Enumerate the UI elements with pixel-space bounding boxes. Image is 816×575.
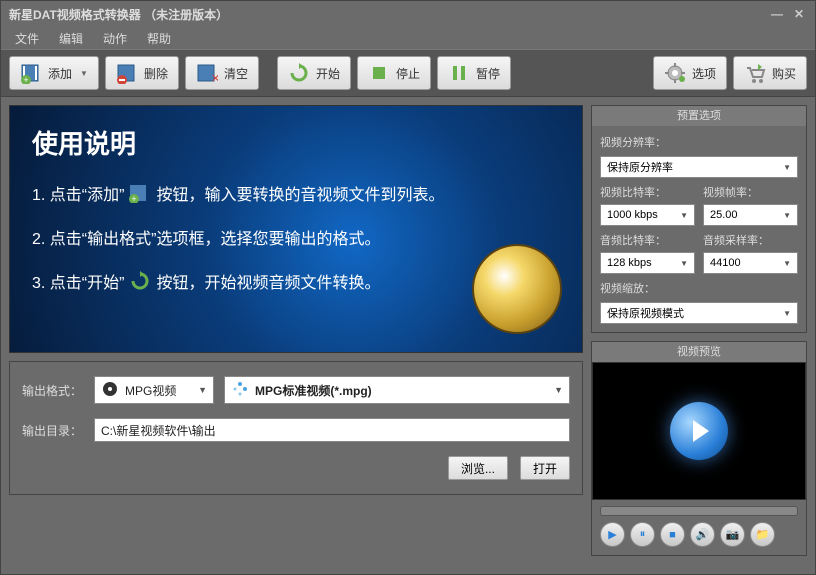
start-refresh-icon bbox=[288, 62, 310, 84]
audio-bitrate-label: 音频比特率： bbox=[600, 232, 695, 248]
svg-text:✕: ✕ bbox=[211, 73, 218, 84]
window-title: 新星DAT视频格式转换器 （未注册版本） bbox=[9, 6, 228, 23]
refresh-icon bbox=[128, 271, 152, 291]
cart-icon bbox=[744, 62, 766, 84]
start-button[interactable]: 开始 bbox=[277, 56, 351, 90]
main-window: 新星DAT视频格式转换器 （未注册版本） — ✕ 文件 编辑 动作 帮助 + 添… bbox=[0, 0, 816, 575]
buy-button[interactable]: 购买 bbox=[733, 56, 807, 90]
add-button[interactable]: + 添加▼ bbox=[9, 56, 99, 90]
menu-help[interactable]: 帮助 bbox=[137, 28, 181, 49]
video-bitrate-label: 视频比特率： bbox=[600, 184, 695, 200]
menubar: 文件 编辑 动作 帮助 bbox=[1, 27, 815, 49]
close-button[interactable]: ✕ bbox=[791, 7, 807, 21]
instruction-step-2: 2. 点击“输出格式”选项框，选择您要输出的格式。 bbox=[32, 225, 560, 249]
minimize-button[interactable]: — bbox=[769, 7, 785, 21]
banner-heading: 使用说明 bbox=[32, 124, 560, 161]
loading-icon bbox=[231, 380, 249, 401]
preview-play-button[interactable]: ▶ bbox=[600, 522, 625, 547]
preview-header: 视频预览 bbox=[592, 342, 806, 362]
output-format-label: 输出格式： bbox=[22, 382, 84, 399]
delete-button[interactable]: 删除 bbox=[105, 56, 179, 90]
menu-action[interactable]: 动作 bbox=[93, 28, 137, 49]
output-dir-label: 输出目录： bbox=[22, 422, 84, 439]
add-film-icon: + bbox=[20, 62, 42, 84]
svg-text:+: + bbox=[23, 75, 28, 84]
disc-decoration bbox=[472, 244, 562, 334]
preview-panel: 视频预览 ▶ ⏸ ■ 🔊 📷 📁 bbox=[591, 341, 807, 556]
toolbar: + 添加▼ 删除 ✕ 清空 开始 停止 暂停 选项 bbox=[1, 49, 815, 97]
format-profile-select[interactable]: MPG标准视频(*.mpg) ▼ bbox=[224, 376, 570, 404]
browse-button[interactable]: 浏览... bbox=[448, 456, 508, 480]
titlebar: 新星DAT视频格式转换器 （未注册版本） — ✕ bbox=[1, 1, 815, 27]
add-film-icon: + bbox=[128, 183, 152, 203]
video-resolution-label: 视频分辨率： bbox=[600, 134, 798, 150]
clear-button[interactable]: ✕ 清空 bbox=[185, 56, 259, 90]
format-category-select[interactable]: MPG视频 ▼ bbox=[94, 376, 214, 404]
preview-folder-button[interactable]: 📁 bbox=[750, 522, 775, 547]
menu-file[interactable]: 文件 bbox=[5, 28, 49, 49]
open-button[interactable]: 打开 bbox=[520, 456, 570, 480]
output-dir-input[interactable] bbox=[94, 418, 570, 442]
instruction-step-1: 1. 点击“添加” + 按钮，输入要转换的音视频文件到列表。 bbox=[32, 181, 560, 205]
preset-panel: 预置选项 视频分辨率： 保持原分辨率▼ 视频比特率： 1000 kbps▼ 视频… bbox=[591, 105, 807, 333]
pause-icon bbox=[448, 62, 470, 84]
preview-pause-button[interactable]: ⏸ bbox=[630, 522, 655, 547]
preview-play-icon bbox=[670, 402, 728, 460]
film-icon bbox=[101, 380, 119, 401]
svg-text:+: + bbox=[132, 194, 137, 203]
preview-volume-button[interactable]: 🔊 bbox=[690, 522, 715, 547]
options-button[interactable]: 选项 bbox=[653, 56, 727, 90]
audio-sample-select[interactable]: 44100▼ bbox=[703, 252, 798, 274]
video-fps-label: 视频帧率： bbox=[703, 184, 798, 200]
video-bitrate-select[interactable]: 1000 kbps▼ bbox=[600, 204, 695, 226]
stop-button[interactable]: 停止 bbox=[357, 56, 431, 90]
delete-film-icon bbox=[116, 62, 138, 84]
preview-area bbox=[592, 362, 806, 500]
preview-slider[interactable] bbox=[600, 506, 798, 516]
preset-header: 预置选项 bbox=[592, 106, 806, 126]
instruction-banner: 使用说明 1. 点击“添加” + 按钮，输入要转换的音视频文件到列表。 2. 点… bbox=[9, 105, 583, 353]
preview-controls: ▶ ⏸ ■ 🔊 📷 📁 bbox=[600, 522, 798, 547]
audio-bitrate-select[interactable]: 128 kbps▼ bbox=[600, 252, 695, 274]
video-fps-select[interactable]: 25.00▼ bbox=[703, 204, 798, 226]
video-scale-label: 视频缩放： bbox=[600, 280, 798, 296]
video-resolution-select[interactable]: 保持原分辨率▼ bbox=[600, 156, 798, 178]
clear-film-icon: ✕ bbox=[196, 62, 218, 84]
video-scale-select[interactable]: 保持原视频模式▼ bbox=[600, 302, 798, 324]
preview-stop-button[interactable]: ■ bbox=[660, 522, 685, 547]
preview-snapshot-button[interactable]: 📷 bbox=[720, 522, 745, 547]
output-settings: 输出格式： MPG视频 ▼ MPG标准视频(*.mpg) ▼ 输出目录： bbox=[9, 361, 583, 495]
pause-button[interactable]: 暂停 bbox=[437, 56, 511, 90]
gear-icon bbox=[664, 62, 686, 84]
menu-edit[interactable]: 编辑 bbox=[49, 28, 93, 49]
stop-icon bbox=[368, 62, 390, 84]
audio-sample-label: 音频采样率： bbox=[703, 232, 798, 248]
